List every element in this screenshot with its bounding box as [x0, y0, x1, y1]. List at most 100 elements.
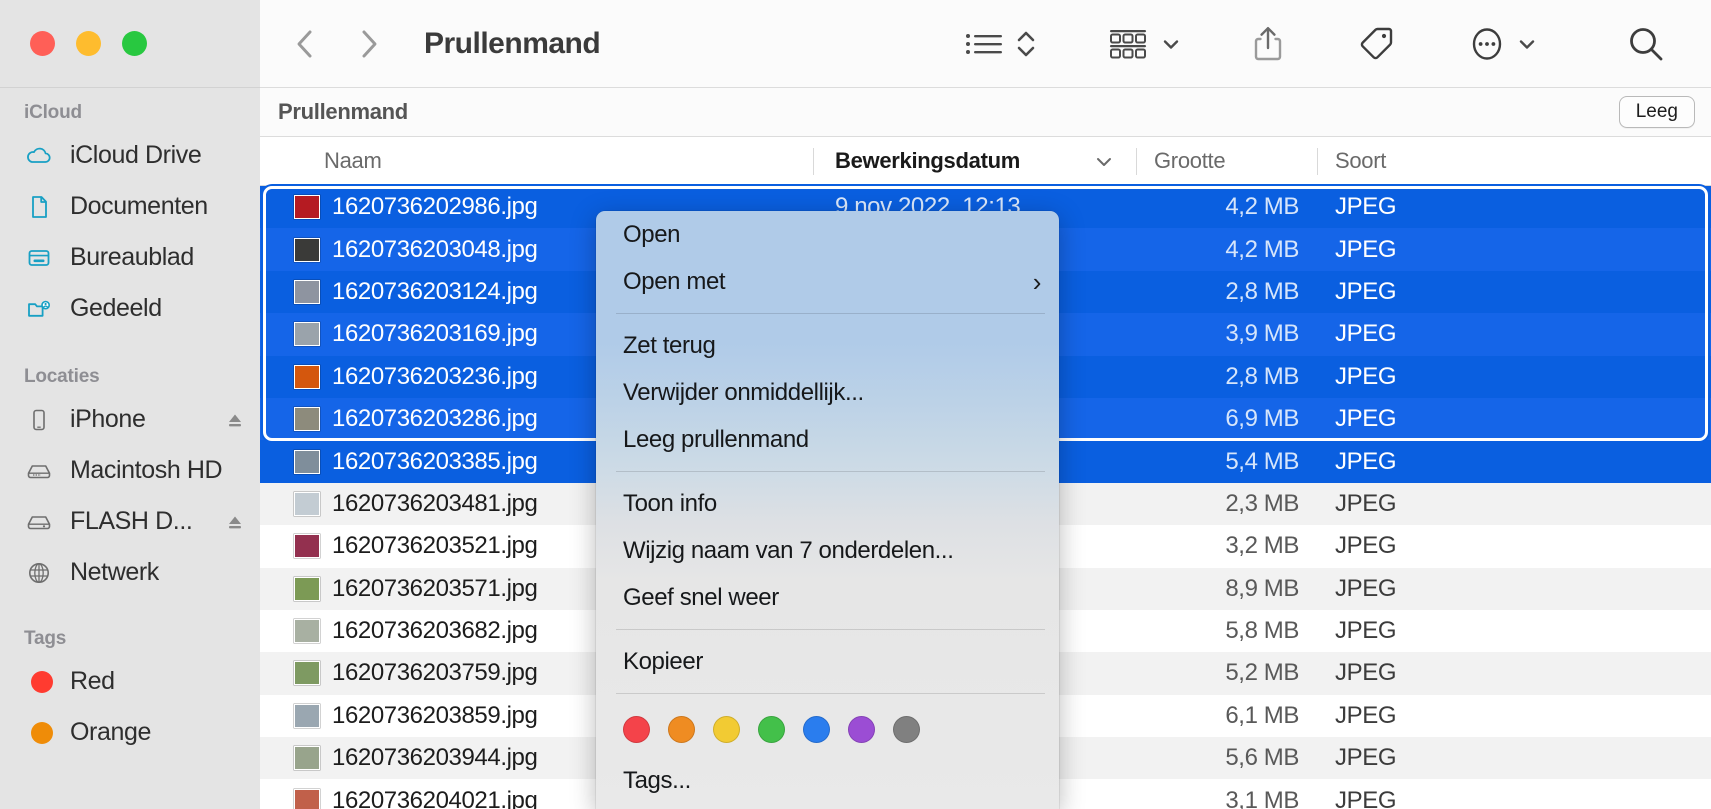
cloud-icon: [24, 141, 54, 171]
file-name: 1620736203169.jpg: [332, 320, 538, 348]
tag-color-dot-2[interactable]: [713, 716, 740, 743]
column-header-size[interactable]: Grootte: [1136, 137, 1317, 186]
sidebar-item-iphone[interactable]: iPhone: [0, 394, 260, 445]
context-menu[interactable]: Open Open met › Zet terug Verwijder onmiddel…: [596, 211, 1059, 809]
file-kind-cell: JPEG: [1335, 701, 1397, 729]
file-kind-cell: JPEG: [1335, 320, 1397, 348]
menu-item-label: Verwijder onmiddellijk...: [623, 378, 864, 406]
view-list-button[interactable]: [950, 14, 1051, 74]
group-by-button[interactable]: [1093, 14, 1195, 74]
file-kind-cell: JPEG: [1335, 574, 1397, 602]
toolbar-actions: [950, 14, 1711, 74]
file-size-cell: 4,2 MB: [1225, 235, 1299, 263]
tag-button[interactable]: [1341, 14, 1411, 74]
menu-item-label: Open met: [623, 267, 726, 295]
sidebar-item-tag-red[interactable]: Red: [0, 656, 260, 707]
sidebar-item-macintosh-hd[interactable]: Macintosh HD: [0, 445, 260, 496]
window-traffic-lights: [0, 0, 260, 88]
tag-color-dot-4[interactable]: [803, 716, 830, 743]
file-size-cell: 6,1 MB: [1225, 701, 1299, 729]
tag-color-dot-5[interactable]: [848, 716, 875, 743]
tag-color-dot-6[interactable]: [893, 716, 920, 743]
file-kind-cell: JPEG: [1335, 489, 1397, 517]
file-name: 1620736203521.jpg: [332, 532, 538, 560]
menu-item-geef-snel-weer[interactable]: Geef snel weer: [596, 574, 1059, 621]
tag-color-dot-1[interactable]: [668, 716, 695, 743]
breadcrumb: Prullenmand: [278, 99, 408, 124]
column-header-name[interactable]: Naam: [260, 137, 813, 186]
chevron-right-icon[interactable]: [356, 24, 382, 64]
menu-item-verwijder-onmiddellijk[interactable]: Verwijder onmiddellijk...: [596, 369, 1059, 416]
sidebar-item-label: Orange: [70, 718, 151, 746]
document-icon: [24, 192, 54, 222]
tag-color-dot-0[interactable]: [623, 716, 650, 743]
file-name: 1620736203236.jpg: [332, 362, 538, 390]
sidebar-item-flash-drive[interactable]: FLASH D...: [0, 496, 260, 547]
file-kind-cell: JPEG: [1335, 744, 1397, 772]
close-button[interactable]: [30, 31, 55, 56]
file-name: 1620736203944.jpg: [332, 744, 538, 772]
file-name: 1620736203571.jpg: [332, 574, 538, 602]
sidebar-item-icloud-drive[interactable]: iCloud Drive: [0, 130, 260, 181]
column-header-kind[interactable]: Soort: [1317, 137, 1711, 186]
maximize-button[interactable]: [122, 31, 147, 56]
chevron-down-icon[interactable]: [1161, 34, 1181, 54]
tag-color-dot-3[interactable]: [758, 716, 785, 743]
file-name: 1620736203385.jpg: [332, 447, 538, 475]
share-button[interactable]: [1237, 14, 1299, 74]
tag-icon: [1355, 23, 1397, 65]
sidebar-item-label: Documenten: [70, 192, 208, 220]
menu-item-toon-info[interactable]: Toon info: [596, 480, 1059, 527]
sidebar-item-tag-orange[interactable]: Orange: [0, 707, 260, 758]
menu-item-open[interactable]: Open: [596, 211, 1059, 258]
file-kind-cell: JPEG: [1335, 659, 1397, 687]
more-actions-button[interactable]: [1453, 14, 1551, 74]
search-icon: [1625, 23, 1667, 65]
main-content: Prullenmand Prullenmand Leeg Naam Bewerk…: [260, 0, 1711, 809]
menu-tag-colors[interactable]: [596, 702, 1059, 757]
file-thumbnail-icon: [294, 619, 320, 644]
menu-item-tags[interactable]: Tags...: [596, 757, 1059, 804]
sidebar-item-documenten[interactable]: Documenten: [0, 181, 260, 232]
chevron-left-icon[interactable]: [292, 24, 318, 64]
file-name: 1620736204021.jpg: [332, 786, 538, 809]
file-size-cell: 2,8 MB: [1225, 277, 1299, 305]
eject-icon[interactable]: [224, 409, 246, 431]
chevron-down-icon[interactable]: [1094, 153, 1114, 171]
menu-item-wijzig-naam-van-7-onderdelen[interactable]: Wijzig naam van 7 onderdelen...: [596, 527, 1059, 574]
file-thumbnail-icon: [294, 491, 320, 516]
column-header-date[interactable]: Bewerkingsdatum: [813, 137, 1136, 186]
menu-item-leeg-prullenmand[interactable]: Leeg prullenmand: [596, 416, 1059, 463]
menu-item-label: Wijzig naam van 7 onderdelen...: [623, 536, 954, 564]
file-thumbnail-icon: [294, 195, 320, 220]
minimize-button[interactable]: [76, 31, 101, 56]
sidebar-item-label: FLASH D...: [70, 507, 193, 535]
tag-dot-icon: [24, 667, 54, 697]
column-header-label: Naam: [324, 148, 382, 173]
file-name: 1620736203124.jpg: [332, 277, 538, 305]
sidebar-item-gedeeld[interactable]: Gedeeld: [0, 283, 260, 334]
file-thumbnail-icon: [294, 322, 320, 347]
menu-item-kopieer[interactable]: Kopieer: [596, 638, 1059, 685]
sidebar-item-bureaublad[interactable]: Bureaublad: [0, 232, 260, 283]
column-header-label: Soort: [1335, 148, 1387, 173]
menu-item-zet-terug[interactable]: Zet terug: [596, 322, 1059, 369]
globe-icon: [24, 558, 54, 588]
menu-item-label: Geef snel weer: [623, 583, 779, 611]
desktop-icon: [24, 243, 54, 273]
eject-icon[interactable]: [224, 511, 246, 533]
external-disk-icon: [24, 507, 54, 537]
file-thumbnail-icon: [294, 407, 320, 432]
chevron-down-icon[interactable]: [1517, 34, 1537, 54]
menu-item-open-met[interactable]: Open met ›: [596, 258, 1059, 305]
window-title: Prullenmand: [424, 26, 601, 60]
file-thumbnail-icon: [294, 449, 320, 474]
sidebar-item-netwerk[interactable]: Netwerk: [0, 547, 260, 598]
empty-trash-button[interactable]: Leeg: [1618, 96, 1695, 128]
search-button[interactable]: [1611, 14, 1681, 74]
menu-separator: [616, 313, 1045, 314]
sort-updown-icon[interactable]: [1015, 26, 1037, 62]
chevron-right-icon: ›: [1032, 266, 1042, 297]
file-name: 1620736202986.jpg: [332, 193, 538, 221]
menu-item-label: Zet terug: [623, 331, 716, 359]
